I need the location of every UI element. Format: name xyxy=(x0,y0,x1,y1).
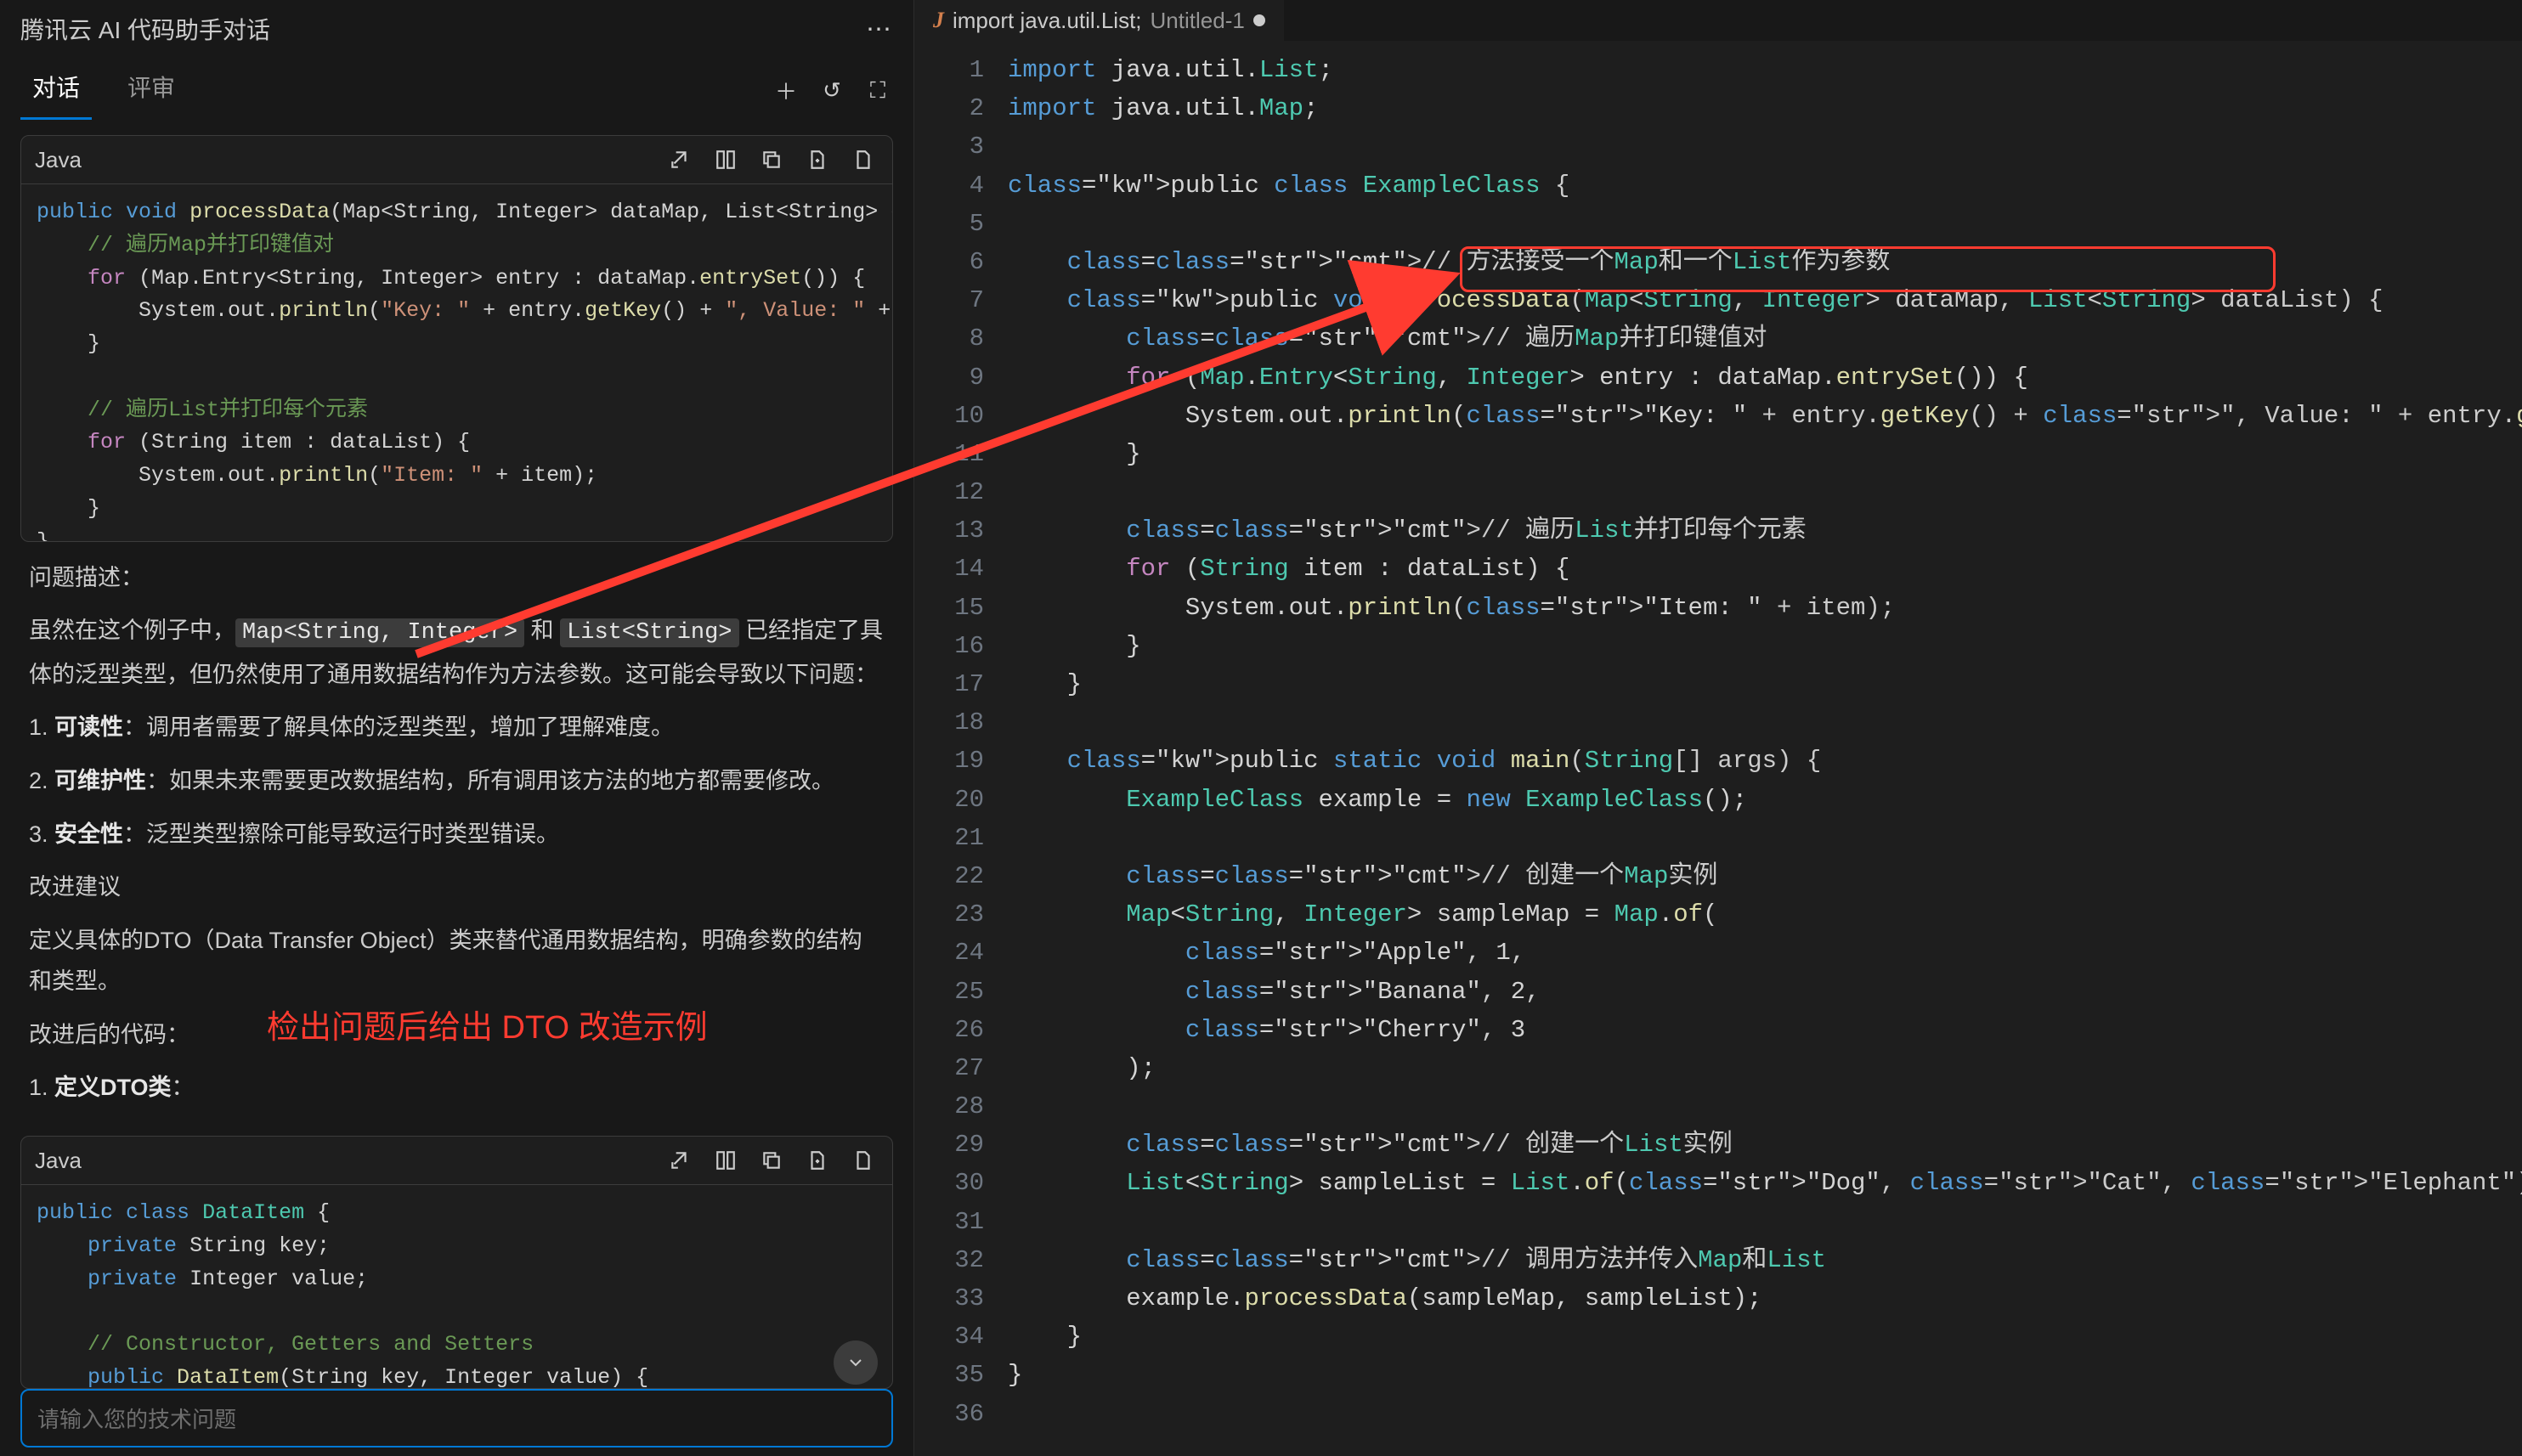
tab-file-name: Untitled-1 xyxy=(1151,8,1245,34)
diff-icon[interactable] xyxy=(710,1145,741,1176)
improve-heading: 改进建议 xyxy=(29,866,885,908)
file-icon[interactable] xyxy=(848,1145,879,1176)
panel-header: 腾讯云 AI 代码助手对话 ⋯ xyxy=(0,0,913,53)
inline-code-1: Map<String, Integer> xyxy=(235,618,524,647)
copy-icon[interactable] xyxy=(756,144,787,175)
improve-body: 定义具体的DTO（Data Transfer Object）类来替代通用数据结构… xyxy=(29,920,885,1002)
desc-intro: 虽然在这个例子中，Map<String, Integer> 和 List<Str… xyxy=(29,610,885,695)
chat-panel: 腾讯云 AI 代码助手对话 ⋯ 对话 评审 ＋ ↺ ⛶ Java public … xyxy=(0,0,914,1456)
code-block-2: Java public class DataItem { private Str… xyxy=(20,1136,893,1389)
code-main[interactable]: import java.util.List;import java.util.M… xyxy=(1008,51,2522,1456)
desc-heading: 问题描述： xyxy=(29,557,885,599)
lang-label-1: Java xyxy=(35,147,664,173)
code-block-1: Java public void processData(Map<String,… xyxy=(20,135,893,542)
step-1: 1. 定义DTO类： xyxy=(29,1067,885,1109)
tab-review[interactable]: 评审 xyxy=(116,61,187,120)
line-gutter: 1234567891011121314151617181920212223242… xyxy=(914,51,1008,1456)
copy-icon[interactable] xyxy=(756,1145,787,1176)
editor-panel: J import java.util.List; Untitled-1 1234… xyxy=(914,0,2522,1456)
newfile-icon[interactable] xyxy=(802,144,833,175)
newfile-icon[interactable] xyxy=(802,1145,833,1176)
code-body-2[interactable]: public class DataItem { private String k… xyxy=(21,1185,892,1389)
code-actions-2 xyxy=(664,1145,879,1176)
issue-2: 2. 可维护性：如果未来需要更改数据结构，所有调用该方法的地方都需要修改。 xyxy=(29,760,885,802)
editor-tabs: J import java.util.List; Untitled-1 xyxy=(914,0,2522,41)
tab-file-prefix: import java.util.List; xyxy=(953,8,1142,34)
chat-input[interactable]: 请输入您的技术问题 xyxy=(20,1389,893,1448)
lang-label-2: Java xyxy=(35,1148,664,1174)
red-annotation: 检出问题后给出 DTO 改造示例 xyxy=(267,1001,708,1047)
editor-tab[interactable]: J import java.util.List; Untitled-1 xyxy=(914,0,1284,42)
java-file-icon: J xyxy=(933,8,944,33)
code-header-1: Java xyxy=(21,136,892,184)
unsaved-dot-icon xyxy=(1253,14,1265,26)
scroll-down-button[interactable] xyxy=(834,1340,878,1385)
panel-tabs-row: 对话 评审 ＋ ↺ ⛶ xyxy=(0,53,913,120)
tab-chat[interactable]: 对话 xyxy=(20,61,92,120)
more-icon[interactable]: ⋯ xyxy=(866,14,893,44)
tab-actions: ＋ ↺ ⛶ xyxy=(771,76,893,106)
file-icon[interactable] xyxy=(848,144,879,175)
panel-title: 腾讯云 AI 代码助手对话 xyxy=(20,12,270,46)
issue-3: 3. 安全性：泛型类型擦除可能导致运行时类型错误。 xyxy=(29,814,885,855)
code-actions-1 xyxy=(664,144,879,175)
diff-icon[interactable] xyxy=(710,144,741,175)
history-icon[interactable]: ↺ xyxy=(817,76,847,106)
insert-icon[interactable] xyxy=(664,144,695,175)
issue-1: 1. 可读性：调用者需要了解具体的泛型类型，增加了理解难度。 xyxy=(29,707,885,748)
plus-icon[interactable]: ＋ xyxy=(771,76,801,106)
expand-icon[interactable]: ⛶ xyxy=(862,76,893,106)
insert-icon[interactable] xyxy=(664,1145,695,1176)
tab-group: 对话 评审 xyxy=(20,61,771,120)
inline-code-2: List<String> xyxy=(560,618,738,647)
code-body-1[interactable]: public void processData(Map<String, Inte… xyxy=(21,184,892,542)
code-header-2: Java xyxy=(21,1137,892,1185)
editor-content[interactable]: 1234567891011121314151617181920212223242… xyxy=(914,41,2522,1456)
